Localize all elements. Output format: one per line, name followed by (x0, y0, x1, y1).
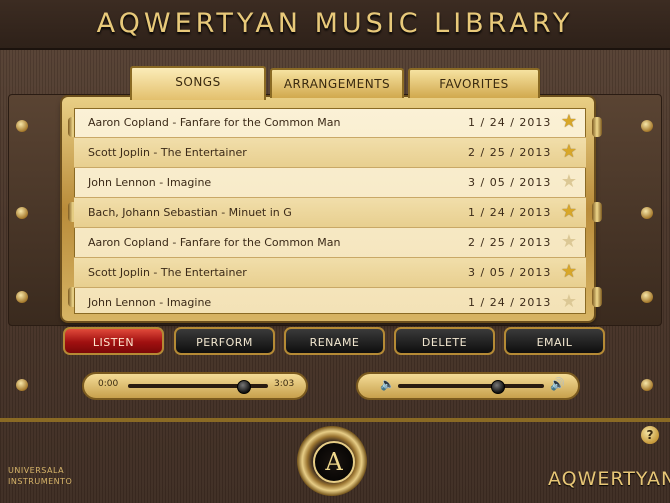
song-title: Bach, Johann Sebastian - Minuet in G (88, 206, 292, 219)
frame-post-icon (592, 287, 602, 307)
app-title: AQWERTYAN MUSIC LIBRARY (96, 8, 574, 39)
song-date: 1 / 24 / 2013 (468, 296, 552, 309)
rivet-icon (16, 379, 28, 391)
song-title: Scott Joplin - The Entertainer (88, 266, 247, 279)
song-date: 1 / 24 / 2013 (468, 116, 552, 129)
song-date: 1 / 24 / 2013 (468, 206, 552, 219)
volume-track[interactable] (398, 384, 544, 388)
list-item[interactable]: Aaron Copland - Fanfare for the Common M… (74, 108, 586, 138)
rivet-icon (16, 207, 28, 219)
favorite-star-icon[interactable]: ★ (560, 293, 578, 311)
brand-right: AQWERTYAN (548, 468, 670, 490)
favorite-star-icon[interactable]: ★ (560, 173, 578, 191)
rivet-icon (641, 379, 653, 391)
list-item[interactable]: Scott Joplin - The Entertainer 2 / 25 / … (74, 138, 586, 168)
list-item[interactable]: John Lennon - Imagine 3 / 05 / 2013 ★ (74, 168, 586, 198)
list-item[interactable]: John Lennon - Imagine 1 / 24 / 2013 ★ (74, 288, 586, 314)
bottom-rail (0, 418, 670, 422)
frame-post-icon (592, 117, 602, 137)
volume-low-icon: 🔈 (380, 377, 395, 391)
favorite-star-icon[interactable]: ★ (560, 113, 578, 131)
song-title: Aaron Copland - Fanfare for the Common M… (88, 116, 341, 129)
total-time: 3:03 (274, 379, 295, 389)
song-title: John Lennon - Imagine (88, 296, 212, 309)
brand-left-line2: INSTRUMENTO (8, 477, 73, 486)
rivet-icon (16, 120, 28, 132)
favorite-star-icon[interactable]: ★ (560, 203, 578, 221)
playback-knob[interactable] (236, 380, 251, 394)
tab-arrangements[interactable]: ARRANGEMENTS (270, 68, 404, 98)
perform-button[interactable]: PERFORM (174, 327, 275, 355)
rivet-icon (641, 291, 653, 303)
logo-a-icon[interactable]: A (313, 441, 355, 483)
list-item[interactable]: Aaron Copland - Fanfare for the Common M… (74, 228, 586, 258)
tab-favorites[interactable]: FAVORITES (408, 68, 540, 98)
brand-left-line1: UNIVERSALA (8, 466, 65, 475)
list-item[interactable]: Scott Joplin - The Entertainer 3 / 05 / … (74, 258, 586, 288)
favorite-star-icon[interactable]: ★ (560, 263, 578, 281)
help-button[interactable]: ? (641, 426, 659, 444)
volume-high-icon: 🔊 (550, 377, 565, 391)
frame-post-icon (592, 202, 602, 222)
listen-button[interactable]: LISTEN (63, 327, 164, 355)
song-title: John Lennon - Imagine (88, 176, 212, 189)
email-button[interactable]: EMAIL (504, 327, 605, 355)
song-date: 3 / 05 / 2013 (468, 176, 552, 189)
favorite-star-icon[interactable]: ★ (560, 233, 578, 251)
delete-button[interactable]: DELETE (394, 327, 495, 355)
song-date: 3 / 05 / 2013 (468, 266, 552, 279)
favorite-star-icon[interactable]: ★ (560, 143, 578, 161)
rename-button[interactable]: RENAME (284, 327, 385, 355)
tab-songs[interactable]: SONGS (130, 66, 266, 100)
song-title: Aaron Copland - Fanfare for the Common M… (88, 236, 341, 249)
song-date: 2 / 25 / 2013 (468, 236, 552, 249)
rivet-icon (641, 120, 653, 132)
song-title: Scott Joplin - The Entertainer (88, 146, 247, 159)
song-list[interactable]: Aaron Copland - Fanfare for the Common M… (74, 108, 586, 314)
current-time: 0:00 (98, 379, 119, 389)
song-date: 2 / 25 / 2013 (468, 146, 552, 159)
rivet-icon (641, 207, 653, 219)
rivet-icon (16, 291, 28, 303)
list-item[interactable]: Bach, Johann Sebastian - Minuet in G 1 /… (74, 198, 586, 228)
